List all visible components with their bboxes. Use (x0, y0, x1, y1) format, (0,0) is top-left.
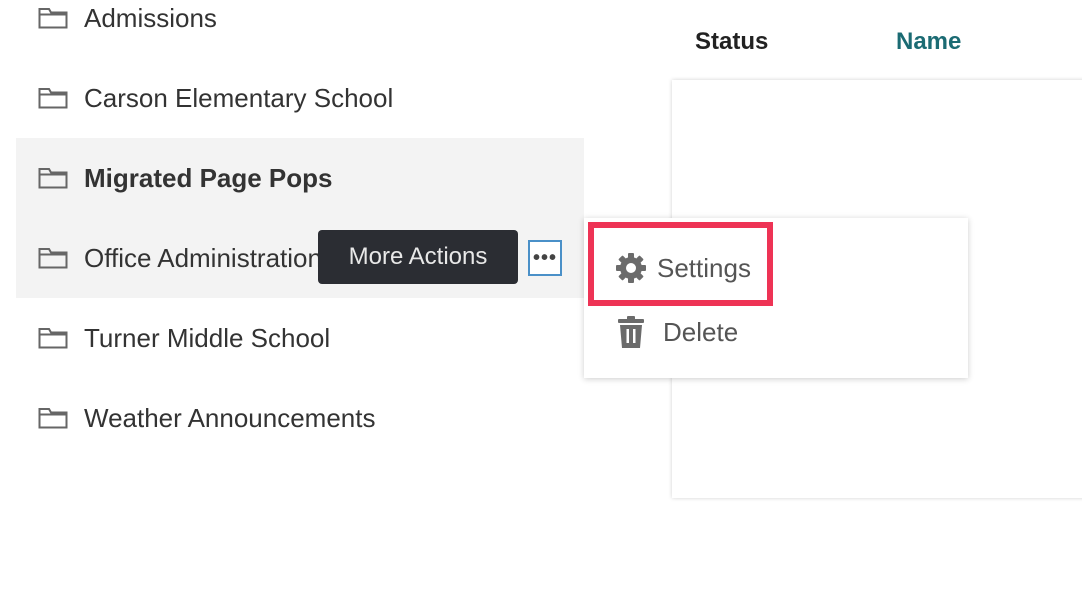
status-column-header[interactable]: Status (695, 28, 768, 56)
trash-icon (618, 316, 644, 348)
actions-dropdown-menu: Settings Delete (584, 218, 968, 378)
folder-label: Migrated Page Pops (84, 162, 333, 193)
folder-icon (38, 88, 68, 109)
folder-icon (38, 408, 68, 429)
folder-icon (38, 328, 68, 349)
menu-item-delete[interactable]: Delete (584, 300, 968, 364)
folder-label: Carson Elementary School (84, 82, 394, 113)
menu-item-settings[interactable]: Settings (584, 236, 968, 300)
folder-label: Admissions (84, 2, 217, 33)
folder-label: Weather Announcements (84, 402, 376, 433)
folder-row-weather-announcements[interactable]: Weather Announcements (16, 378, 584, 458)
folder-row-migrated-page-pops[interactable]: Migrated Page Pops (16, 138, 584, 218)
folder-label: Turner Middle School (84, 322, 331, 353)
more-actions-tooltip: More Actions (318, 230, 518, 284)
folder-row-turner-middle[interactable]: Turner Middle School (16, 298, 584, 378)
folder-label: Office Administration (84, 242, 322, 273)
gear-icon (616, 253, 646, 283)
folder-icon (38, 168, 68, 189)
name-column-header[interactable]: Name (896, 28, 961, 56)
folder-row-admissions[interactable]: Admissions (16, 0, 584, 58)
folder-icon (38, 248, 68, 269)
folder-icon (38, 8, 68, 29)
ellipsis-icon: ••• (532, 247, 557, 269)
menu-item-label: Delete (663, 316, 739, 347)
menu-item-label: Settings (657, 252, 751, 283)
folder-row-carson-elementary[interactable]: Carson Elementary School (16, 58, 584, 138)
more-actions-button[interactable]: ••• (528, 240, 562, 276)
